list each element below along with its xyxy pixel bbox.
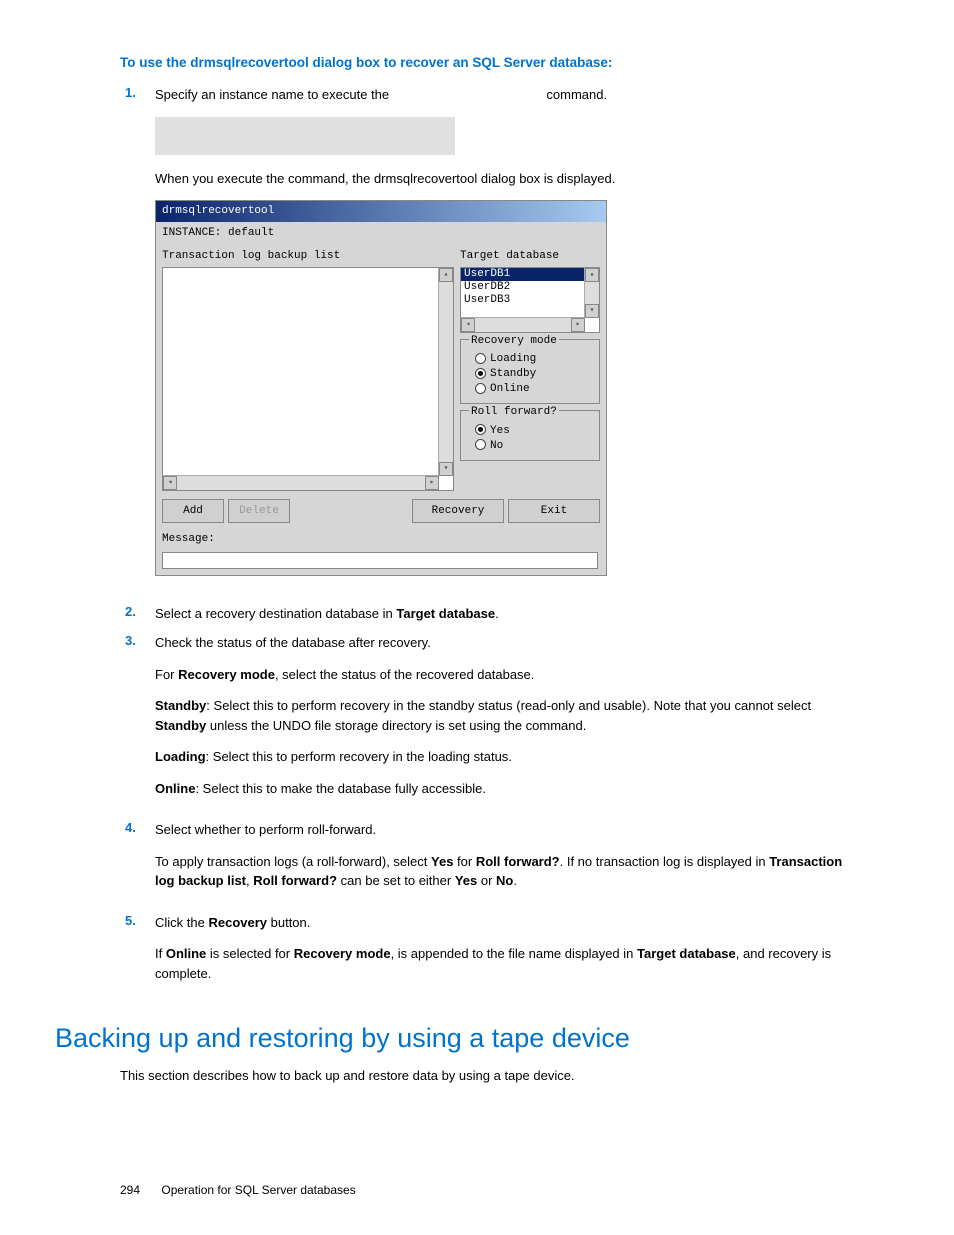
s4p1c: for (453, 854, 475, 869)
list-item-userdb2[interactable]: UserDB2 (461, 281, 599, 294)
radio-online-label: Online (490, 383, 530, 395)
procedure-heading: To use the drmsqlrecovertool dialog box … (120, 55, 844, 70)
roll-forward-group: Roll forward? Yes No (460, 410, 600, 461)
s4p1j: Yes (455, 873, 477, 888)
radio-loading[interactable]: Loading (469, 352, 591, 367)
step-number: 5. (120, 913, 155, 996)
step2-text: Select a recovery destination database i… (155, 606, 396, 621)
section2-para: This section describes how to back up an… (120, 1066, 844, 1086)
s4p1k: or (477, 873, 496, 888)
step-number: 1. (120, 85, 155, 594)
step-number: 3. (120, 633, 155, 810)
add-button[interactable]: Add (162, 499, 224, 524)
roll-forward-legend: Roll forward? (469, 404, 559, 421)
instance-label: INSTANCE: default (156, 222, 606, 245)
dialog-title: drmsqlrecovertool (156, 201, 606, 222)
step4-text: Select whether to perform roll-forward. (155, 820, 844, 840)
tx-backup-label: Transaction log backup list (162, 248, 454, 265)
recovery-button[interactable]: Recovery (412, 499, 504, 524)
scroll-right-icon[interactable]: ▸ (571, 318, 585, 332)
delete-button[interactable]: Delete (228, 499, 290, 524)
s5p1e: , is appended to the file name displayed… (391, 946, 637, 961)
s5p1c: is selected for (206, 946, 293, 961)
radio-loading-label: Loading (490, 353, 536, 365)
scroll-up-icon[interactable]: ▴ (439, 268, 453, 282)
s5p1d: Recovery mode (294, 946, 391, 961)
s3p1b: Recovery mode (178, 667, 275, 682)
recovery-mode-group: Recovery mode Loading Standby Online (460, 339, 600, 405)
s5p1a: If (155, 946, 166, 961)
scroll-down-icon[interactable]: ▾ (439, 462, 453, 476)
message-output (162, 552, 598, 569)
list-item-userdb1[interactable]: UserDB1 (461, 268, 584, 281)
recovery-mode-legend: Recovery mode (469, 333, 559, 350)
list-item-userdb3[interactable]: UserDB3 (461, 294, 599, 307)
s3p1c: , select the status of the recovered dat… (275, 667, 534, 682)
s4p1h: Roll forward? (253, 873, 337, 888)
s4p1i: can be set to either (337, 873, 455, 888)
s4p1a: To apply transaction logs (a roll-forwar… (155, 854, 431, 869)
message-label: Message: (156, 529, 606, 550)
step1-text-c: When you execute the command, the drmsql… (155, 169, 844, 189)
s3p2d: unless the UNDO file storage directory i… (206, 718, 586, 733)
drmsqlrecovertool-dialog: drmsqlrecovertool INSTANCE: default Tran… (155, 200, 607, 576)
s4p1l: No (496, 873, 513, 888)
scroll-left-icon[interactable]: ◂ (461, 318, 475, 332)
scroll-down-icon[interactable]: ▾ (585, 304, 599, 318)
s5p1b: Online (166, 946, 206, 961)
scroll-right-icon[interactable]: ▸ (425, 476, 439, 490)
step1-text-b: command. (546, 87, 607, 102)
page-footer: 294 Operation for SQL Server databases (120, 1183, 356, 1197)
step2-period: . (495, 606, 499, 621)
s3p2c: Standby (155, 718, 206, 733)
s3p4a: Online (155, 781, 195, 796)
s3p4b: : Select this to make the database fully… (195, 781, 486, 796)
radio-no[interactable]: No (469, 439, 591, 454)
command-placeholder (155, 117, 455, 155)
radio-online[interactable]: Online (469, 382, 591, 397)
s3p2b: : Select this to perform recovery in the… (206, 698, 811, 713)
s4p1d: Roll forward? (476, 854, 560, 869)
s3p1a: For (155, 667, 178, 682)
page-number: 294 (120, 1183, 140, 1197)
tx-backup-list[interactable]: ▴ ▾ ◂ ▸ (162, 267, 454, 491)
radio-yes-label: Yes (490, 425, 510, 437)
s5a: Click the (155, 915, 208, 930)
target-db-list[interactable]: UserDB1 UserDB2 UserDB3 ▴ ▾ ◂ ▸ (460, 267, 600, 333)
step3-text: Check the status of the database after r… (155, 633, 844, 653)
step2-bold: Target database (396, 606, 495, 621)
s3p2a: Standby (155, 698, 206, 713)
s5c: button. (267, 915, 310, 930)
scroll-up-icon[interactable]: ▴ (585, 268, 599, 282)
s4p1b: Yes (431, 854, 453, 869)
s4p1m: . (513, 873, 517, 888)
scroll-left-icon[interactable]: ◂ (163, 476, 177, 490)
step1-text-a: Specify an instance name to execute the (155, 87, 393, 102)
footer-text: Operation for SQL Server databases (161, 1183, 355, 1197)
s3p3b: : Select this to perform recovery in the… (206, 749, 512, 764)
exit-button[interactable]: Exit (508, 499, 600, 524)
s4p1e: . If no transaction log is displayed in (560, 854, 770, 869)
radio-standby-label: Standby (490, 368, 536, 380)
section-heading: Backing up and restoring by using a tape… (55, 1023, 844, 1054)
step-number: 2. (120, 604, 155, 624)
radio-yes[interactable]: Yes (469, 424, 591, 439)
radio-standby[interactable]: Standby (469, 367, 591, 382)
s3p3a: Loading (155, 749, 206, 764)
s5b: Recovery (208, 915, 267, 930)
radio-no-label: No (490, 440, 503, 452)
s5p1f: Target database (637, 946, 736, 961)
target-db-label: Target database (460, 248, 600, 265)
step-number: 4. (120, 820, 155, 903)
